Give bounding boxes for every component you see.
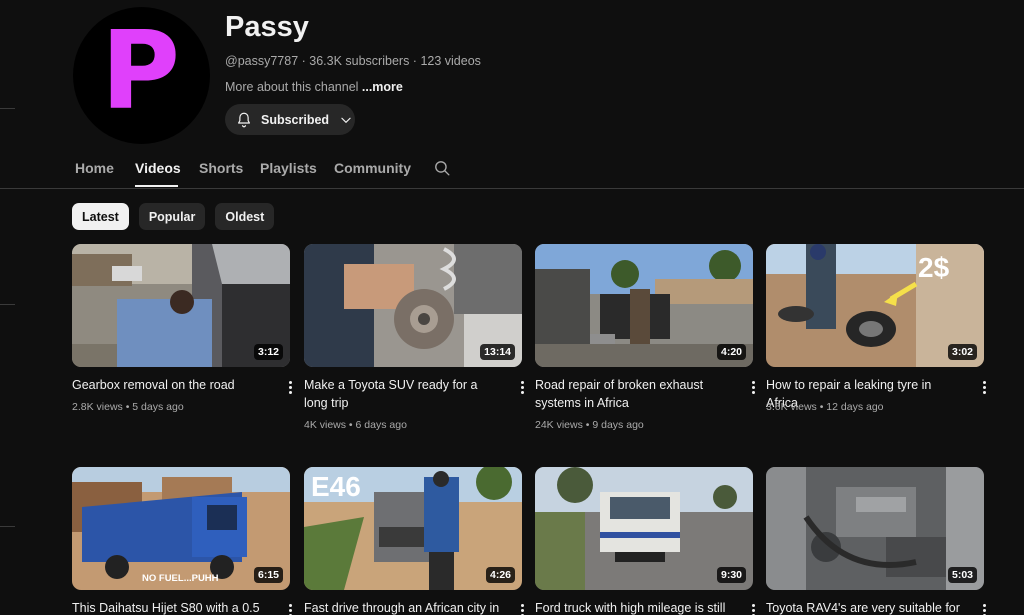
subscriber-count: 36.3K subscribers bbox=[309, 54, 410, 68]
video-duration: 9:30 bbox=[716, 567, 746, 583]
left-divider bbox=[0, 526, 15, 527]
left-divider bbox=[0, 108, 15, 109]
video-card[interactable]: 9:30 Ford truck with high mileage is sti… bbox=[535, 467, 755, 615]
chip-popular[interactable]: Popular bbox=[138, 203, 206, 230]
more-options-icon[interactable] bbox=[978, 600, 990, 615]
video-title[interactable]: Toyota RAV4's are very suitable for bbox=[766, 600, 966, 615]
video-duration: 5:03 bbox=[947, 567, 977, 583]
video-title[interactable]: Ford truck with high mileage is still bbox=[535, 600, 735, 615]
more-options-icon[interactable] bbox=[978, 377, 990, 397]
video-thumbnail[interactable]: 3:12 bbox=[72, 244, 290, 367]
video-stats: 24K views • 9 days ago bbox=[535, 419, 644, 431]
video-stats: 2.8K views • 5 days ago bbox=[72, 401, 184, 413]
tab-videos[interactable]: Videos bbox=[135, 160, 181, 176]
chip-oldest[interactable]: Oldest bbox=[215, 203, 275, 230]
video-stats: 3.6K views • 12 days ago bbox=[766, 401, 884, 413]
video-thumbnail[interactable]: 13:14 bbox=[304, 244, 522, 367]
video-title[interactable]: Fast drive through an African city in bbox=[304, 600, 504, 615]
video-card[interactable]: 2$ 3:02 How to repair a leaking tyre in … bbox=[766, 244, 986, 413]
subscribe-label: Subscribed bbox=[261, 112, 330, 127]
chevron-down-icon bbox=[341, 117, 351, 123]
video-card[interactable]: 4:20 Road repair of broken exhaust syste… bbox=[535, 244, 755, 431]
video-thumbnail[interactable]: E46 4:26 bbox=[304, 467, 522, 590]
video-title[interactable]: This Daihatsu Hijet S80 with a 0.5 bbox=[72, 600, 272, 615]
more-options-icon[interactable] bbox=[747, 377, 759, 397]
more-options-icon[interactable] bbox=[516, 600, 528, 615]
channel-about[interactable]: More about this channel ...more bbox=[225, 80, 403, 94]
tab-community[interactable]: Community bbox=[334, 160, 411, 176]
thumbnail-overlay-text: 2$ bbox=[918, 252, 950, 283]
sort-chips: Latest Popular Oldest bbox=[72, 203, 275, 230]
video-duration: 4:26 bbox=[485, 567, 515, 583]
video-card[interactable]: NO FUEL...PUHH 6:15 This Daihatsu Hijet … bbox=[72, 467, 292, 615]
more-options-icon[interactable] bbox=[516, 377, 528, 397]
tab-home[interactable]: Home bbox=[75, 160, 114, 176]
bell-icon bbox=[238, 112, 250, 127]
video-stats: 4K views • 6 days ago bbox=[304, 419, 407, 431]
video-thumbnail[interactable]: NO FUEL...PUHH 6:15 bbox=[72, 467, 290, 590]
video-title[interactable]: Road repair of broken exhaust systems in… bbox=[535, 377, 735, 412]
more-options-icon[interactable] bbox=[284, 377, 296, 397]
video-thumbnail[interactable]: 9:30 bbox=[535, 467, 753, 590]
video-duration: 13:14 bbox=[480, 344, 515, 360]
video-duration: 4:20 bbox=[716, 344, 746, 360]
thumbnail-overlay-text: E46 bbox=[311, 471, 361, 502]
video-thumbnail[interactable]: 4:20 bbox=[535, 244, 753, 367]
thumbnail-overlay-text: NO FUEL...PUHH bbox=[142, 573, 219, 584]
channel-meta: @passy7787 · 36.3K subscribers · 123 vid… bbox=[225, 54, 481, 68]
avatar-logo: P bbox=[100, 8, 180, 134]
video-card[interactable]: 3:12 Gearbox removal on the road 2.8K vi… bbox=[72, 244, 292, 413]
tab-shorts[interactable]: Shorts bbox=[199, 160, 243, 176]
video-card[interactable]: 5:03 Toyota RAV4's are very suitable for bbox=[766, 467, 986, 615]
video-card[interactable]: 13:14 Make a Toyota SUV ready for a long… bbox=[304, 244, 524, 431]
video-card[interactable]: E46 4:26 Fast drive through an African c… bbox=[304, 467, 524, 615]
video-duration: 6:15 bbox=[253, 567, 283, 583]
channel-avatar[interactable]: P bbox=[73, 7, 210, 144]
channel-tabs: Home Videos Shorts Playlists Community bbox=[0, 150, 1024, 189]
about-more-link[interactable]: ...more bbox=[362, 80, 403, 94]
active-tab-indicator bbox=[135, 185, 178, 187]
video-duration: 3:02 bbox=[947, 344, 977, 360]
video-duration: 3:12 bbox=[253, 344, 283, 360]
more-options-icon[interactable] bbox=[747, 600, 759, 615]
video-title[interactable]: Gearbox removal on the road bbox=[72, 377, 272, 395]
chip-latest[interactable]: Latest bbox=[72, 203, 129, 230]
video-thumbnail[interactable]: 5:03 bbox=[766, 467, 984, 590]
channel-handle: @passy7787 bbox=[225, 54, 299, 68]
video-count: 123 videos bbox=[420, 54, 481, 68]
subscribed-button[interactable]: Subscribed bbox=[225, 104, 355, 135]
more-options-icon[interactable] bbox=[284, 600, 296, 615]
video-thumbnail[interactable]: 2$ 3:02 bbox=[766, 244, 984, 367]
search-icon[interactable] bbox=[433, 159, 452, 178]
channel-name: Passy bbox=[225, 11, 309, 43]
left-divider bbox=[0, 304, 15, 305]
tab-playlists[interactable]: Playlists bbox=[260, 160, 317, 176]
video-title[interactable]: Make a Toyota SUV ready for a long trip bbox=[304, 377, 504, 412]
